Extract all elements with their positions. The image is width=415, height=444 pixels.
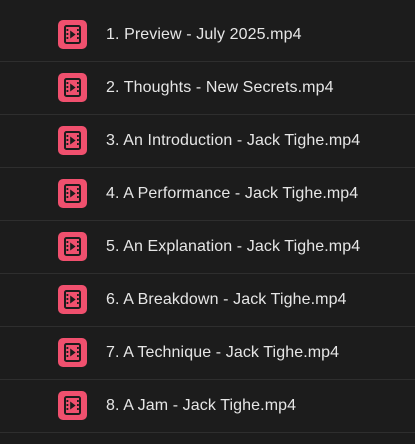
file-name: 2. Thoughts - New Secrets.mp4 xyxy=(106,79,334,96)
file-row[interactable]: 3. An Introduction - Jack Tighe.mp4 xyxy=(0,115,415,168)
video-file-icon xyxy=(58,179,87,208)
file-row[interactable]: 4. A Performance - Jack Tighe.mp4 xyxy=(0,168,415,221)
file-name: 1. Preview - July 2025.mp4 xyxy=(106,26,302,43)
file-row[interactable]: 6. A Breakdown - Jack Tighe.mp4 xyxy=(0,274,415,327)
file-name: 3. An Introduction - Jack Tighe.mp4 xyxy=(106,132,361,149)
file-name: 4. A Performance - Jack Tighe.mp4 xyxy=(106,185,359,202)
video-file-icon xyxy=(58,338,87,367)
file-row[interactable]: 2. Thoughts - New Secrets.mp4 xyxy=(0,62,415,115)
video-file-icon xyxy=(58,391,87,420)
video-file-icon xyxy=(58,20,87,49)
video-file-icon xyxy=(58,73,87,102)
file-name: 6. A Breakdown - Jack Tighe.mp4 xyxy=(106,291,347,308)
file-name: 7. A Technique - Jack Tighe.mp4 xyxy=(106,344,340,361)
video-file-icon xyxy=(58,285,87,314)
file-row[interactable]: 8. A Jam - Jack Tighe.mp4 xyxy=(0,380,415,433)
file-row[interactable]: 5. An Explanation - Jack Tighe.mp4 xyxy=(0,221,415,274)
file-row[interactable]: 1. Preview - July 2025.mp4 xyxy=(0,9,415,62)
video-file-icon xyxy=(58,232,87,261)
file-name: 5. An Explanation - Jack Tighe.mp4 xyxy=(106,238,361,255)
video-file-icon xyxy=(58,126,87,155)
file-name: 8. A Jam - Jack Tighe.mp4 xyxy=(106,397,297,414)
file-row[interactable]: 7. A Technique - Jack Tighe.mp4 xyxy=(0,327,415,380)
file-list: 1. Preview - July 2025.mp4 2. Thoughts -… xyxy=(0,0,415,444)
